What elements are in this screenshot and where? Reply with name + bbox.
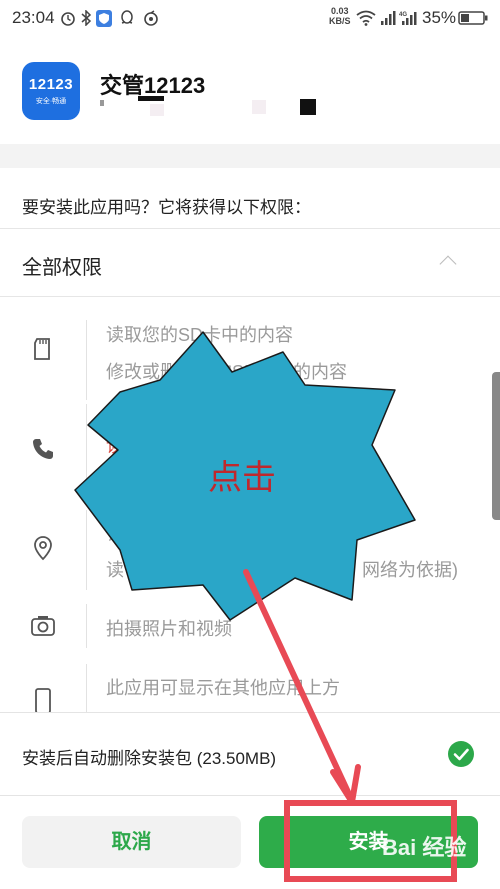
clock-time: 23:04 [12, 8, 55, 27]
divider [0, 228, 500, 229]
divider [0, 795, 500, 796]
auto-delete-checkbox[interactable] [448, 741, 474, 767]
signal-icon [381, 11, 396, 25]
phone-device-icon [35, 688, 51, 714]
permission-text: 订 [106, 524, 124, 544]
redaction-mark [100, 100, 104, 106]
permission-text: 此应用可显示在其他应用上方 [106, 678, 340, 698]
app-logo: 12123 安全·畅通 [22, 62, 80, 120]
speed-unit: KB/S [329, 16, 351, 26]
speed-value: 0.03 [330, 6, 349, 16]
sd-card-icon [34, 338, 50, 360]
auto-delete-label[interactable]: 安装后自动删除安装包 (23.50MB) [22, 744, 276, 769]
click-annotation-label: 点击 [208, 458, 276, 498]
signal-4g-icon: 4G [399, 12, 417, 25]
location-icon [34, 536, 52, 561]
permission-separator [86, 664, 87, 712]
section-spacer [0, 144, 500, 168]
battery-icon [458, 11, 488, 25]
wifi-icon [356, 10, 376, 26]
scrollbar-thumb[interactable] [492, 372, 500, 520]
chevron-up-icon[interactable] [439, 255, 457, 273]
netease-icon [144, 10, 158, 26]
app-header: 12123 安全·畅通 交管12123 [0, 36, 500, 144]
permission-text: 拨 [106, 409, 124, 429]
permission-separator [86, 404, 87, 494]
redaction-mark [150, 104, 164, 116]
redaction-mark [138, 96, 164, 101]
permission-separator [86, 510, 87, 590]
svg-text:4G: 4G [399, 12, 407, 18]
battery-percentage: 35% [422, 8, 457, 27]
permission-text: 读取您的SD卡中的内容 [106, 325, 294, 345]
checkmark-icon [453, 748, 469, 761]
permission-text: 读 [106, 560, 124, 580]
redaction-mark [300, 99, 316, 115]
bluetooth-icon [81, 10, 92, 26]
app-logo-subtitle: 安全·畅通 [35, 98, 67, 105]
permission-separator [86, 320, 87, 400]
alarm-icon [61, 12, 75, 26]
baidu-watermark: Bai 经验 [382, 835, 467, 860]
shield-app-icon [96, 10, 112, 27]
redaction-mark [252, 100, 266, 114]
status-bar: 23:04 0.03 KB/S 4G 35% [0, 0, 500, 36]
phone-icon [33, 439, 53, 459]
cancel-button[interactable]: 取消 [22, 816, 241, 868]
app-logo-number: 12123 [28, 76, 74, 93]
camera-icon [31, 616, 55, 636]
permission-text: 网络为依据) [362, 560, 458, 580]
permission-text: 拍摄照片和视频 [106, 619, 232, 639]
network-speed: 0.03 KB/S [329, 6, 351, 26]
install-question: 要安装此应用吗？它将获得以下权限： [22, 198, 311, 217]
permission-text-warning: 读 [106, 436, 124, 456]
permission-text: 修改或删除您的SD卡中的内容 [106, 362, 348, 382]
permission-separator [86, 604, 87, 648]
qq-icon [121, 10, 133, 24]
divider [0, 296, 500, 297]
all-permissions-header[interactable]: 全部权限 [22, 251, 102, 280]
